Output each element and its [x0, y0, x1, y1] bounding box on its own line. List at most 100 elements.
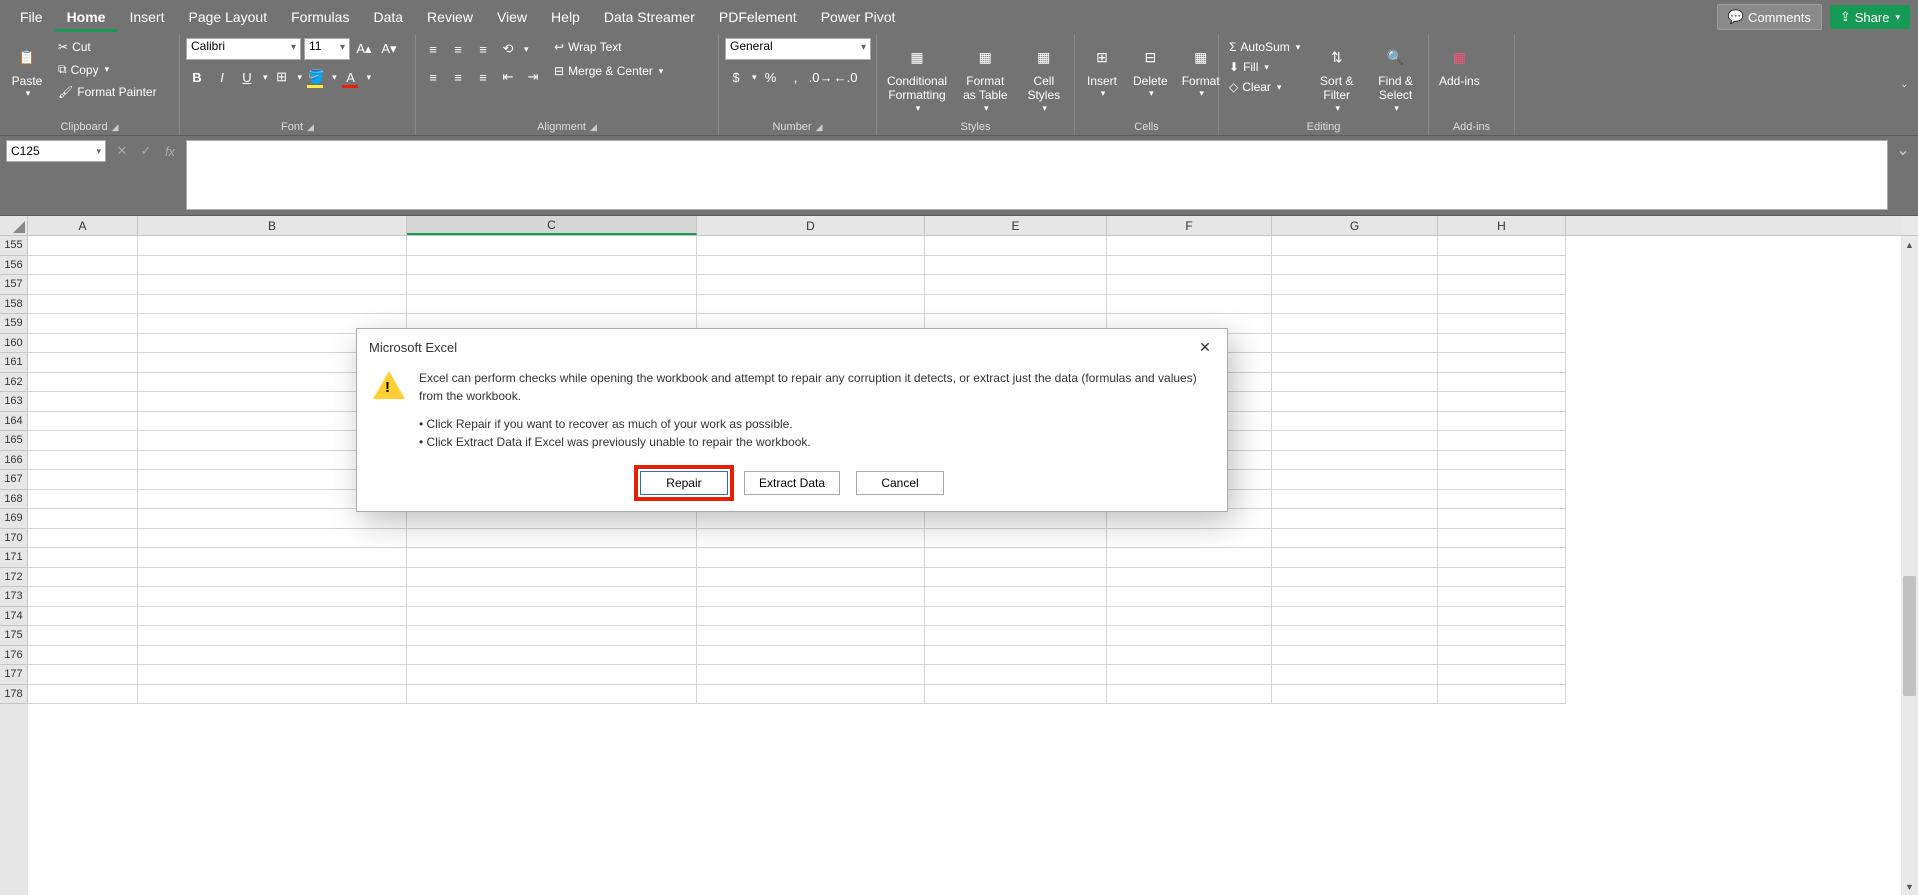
decrease-font-button[interactable]: A▾: [378, 38, 400, 60]
row-header-168[interactable]: 168: [0, 490, 28, 510]
tab-help[interactable]: Help: [539, 2, 592, 32]
addins-button[interactable]: ▦Add-ins: [1435, 38, 1484, 90]
row-header-163[interactable]: 163: [0, 392, 28, 412]
sort-filter-button[interactable]: ⇅Sort & Filter▾: [1310, 38, 1363, 116]
cell-styles-button[interactable]: ▦Cell Styles▾: [1020, 38, 1068, 116]
formula-input[interactable]: [186, 140, 1888, 210]
dialog-launcher-icon[interactable]: ◢: [112, 122, 119, 133]
tab-file[interactable]: File: [8, 2, 55, 32]
align-right-button[interactable]: ≡: [472, 66, 494, 88]
column-header-D[interactable]: D: [697, 216, 925, 235]
underline-button[interactable]: U: [236, 66, 258, 88]
chevron-down-icon[interactable]: ▾: [298, 72, 303, 83]
accounting-format-button[interactable]: $: [725, 66, 747, 88]
column-header-C[interactable]: C: [407, 216, 697, 235]
cancel-formula-button[interactable]: ✕: [112, 141, 132, 161]
name-box[interactable]: C125▾: [6, 140, 106, 162]
row-header-155[interactable]: 155: [0, 236, 28, 256]
vertical-scrollbar[interactable]: ▲ ▼: [1901, 236, 1918, 895]
scroll-thumb[interactable]: [1903, 576, 1916, 696]
dialog-launcher-icon[interactable]: ◢: [307, 122, 314, 133]
dialog-launcher-icon[interactable]: ◢: [816, 122, 823, 133]
format-as-table-button[interactable]: ▦Format as Table▾: [957, 38, 1014, 116]
chevron-down-icon[interactable]: ▾: [332, 72, 337, 83]
tab-data[interactable]: Data: [361, 2, 415, 32]
expand-formula-bar-button[interactable]: ⌄: [1894, 140, 1912, 160]
column-header-B[interactable]: B: [138, 216, 407, 235]
scroll-up-arrow[interactable]: ▲: [1901, 236, 1918, 253]
row-header-160[interactable]: 160: [0, 334, 28, 354]
tab-page-layout[interactable]: Page Layout: [176, 2, 279, 32]
align-top-button[interactable]: ≡: [422, 38, 444, 60]
row-header-165[interactable]: 165: [0, 431, 28, 451]
row-header-174[interactable]: 174: [0, 607, 28, 627]
comma-format-button[interactable]: ,: [785, 66, 807, 88]
extract-data-button[interactable]: Extract Data: [744, 471, 840, 495]
conditional-formatting-button[interactable]: ▦Conditional Formatting▾: [883, 38, 951, 116]
autosum-button[interactable]: ΣAutoSum▾: [1225, 38, 1304, 56]
number-format-select[interactable]: General: [725, 38, 871, 60]
fill-button[interactable]: ⬇Fill▾: [1225, 58, 1304, 76]
chevron-down-icon[interactable]: ▾: [367, 72, 372, 83]
row-header-172[interactable]: 172: [0, 568, 28, 588]
scroll-down-arrow[interactable]: ▼: [1901, 878, 1918, 895]
insert-function-button[interactable]: fx: [160, 141, 180, 161]
column-header-E[interactable]: E: [925, 216, 1107, 235]
cancel-button[interactable]: Cancel: [856, 471, 944, 495]
row-header-162[interactable]: 162: [0, 373, 28, 393]
row-header-164[interactable]: 164: [0, 412, 28, 432]
tab-pdfelement[interactable]: PDFelement: [707, 2, 809, 32]
fill-color-button[interactable]: 🪣: [305, 66, 327, 88]
increase-indent-button[interactable]: ⇥: [522, 66, 544, 88]
tab-insert[interactable]: Insert: [117, 2, 176, 32]
paste-button[interactable]: 📋 Paste ▾: [6, 38, 48, 101]
tab-data-streamer[interactable]: Data Streamer: [592, 2, 707, 32]
italic-button[interactable]: I: [211, 66, 233, 88]
column-header-G[interactable]: G: [1272, 216, 1438, 235]
enter-formula-button[interactable]: ✓: [136, 141, 156, 161]
row-header-159[interactable]: 159: [0, 314, 28, 334]
row-header-161[interactable]: 161: [0, 353, 28, 373]
repair-button[interactable]: Repair: [640, 471, 728, 495]
row-header-167[interactable]: 167: [0, 470, 28, 490]
borders-button[interactable]: ⊞: [271, 66, 293, 88]
format-cells-button[interactable]: ▦Format▾: [1178, 38, 1224, 101]
row-header-169[interactable]: 169: [0, 509, 28, 529]
row-header-170[interactable]: 170: [0, 529, 28, 549]
align-center-button[interactable]: ≡: [447, 66, 469, 88]
chevron-down-icon[interactable]: ▾: [524, 44, 529, 55]
copy-button[interactable]: ⧉Copy▾: [54, 60, 161, 79]
comments-button[interactable]: 💬 Comments: [1717, 4, 1822, 30]
clear-button[interactable]: ◇Clear▾: [1225, 78, 1304, 96]
row-header-157[interactable]: 157: [0, 275, 28, 295]
align-middle-button[interactable]: ≡: [447, 38, 469, 60]
column-header-A[interactable]: A: [28, 216, 138, 235]
column-header-H[interactable]: H: [1438, 216, 1566, 235]
tab-power-pivot[interactable]: Power Pivot: [809, 2, 908, 32]
font-color-button[interactable]: A: [340, 66, 362, 88]
row-header-173[interactable]: 173: [0, 587, 28, 607]
row-header-171[interactable]: 171: [0, 548, 28, 568]
select-all-corner[interactable]: [0, 216, 28, 235]
tab-formulas[interactable]: Formulas: [279, 2, 361, 32]
format-painter-button[interactable]: 🖌Format Painter: [54, 83, 161, 101]
row-header-177[interactable]: 177: [0, 665, 28, 685]
collapse-ribbon-button[interactable]: ⌄: [1900, 79, 1908, 90]
dialog-launcher-icon[interactable]: ◢: [590, 122, 597, 133]
orientation-button[interactable]: ⟲: [497, 38, 519, 60]
percent-format-button[interactable]: %: [760, 66, 782, 88]
wrap-text-button[interactable]: ↩Wrap Text: [550, 38, 667, 56]
row-header-175[interactable]: 175: [0, 626, 28, 646]
decrease-indent-button[interactable]: ⇤: [497, 66, 519, 88]
tab-home[interactable]: Home: [55, 2, 118, 32]
merge-center-button[interactable]: ⊟Merge & Center▾: [550, 62, 667, 80]
align-left-button[interactable]: ≡: [422, 66, 444, 88]
tab-view[interactable]: View: [485, 2, 539, 32]
bold-button[interactable]: B: [186, 66, 208, 88]
find-select-button[interactable]: 🔍Find & Select▾: [1369, 38, 1422, 116]
font-name-select[interactable]: Calibri: [186, 38, 301, 60]
row-header-178[interactable]: 178: [0, 685, 28, 705]
insert-cells-button[interactable]: ⊞Insert▾: [1081, 38, 1123, 101]
chevron-down-icon[interactable]: ▾: [752, 72, 757, 83]
font-size-select[interactable]: 11: [304, 38, 350, 60]
